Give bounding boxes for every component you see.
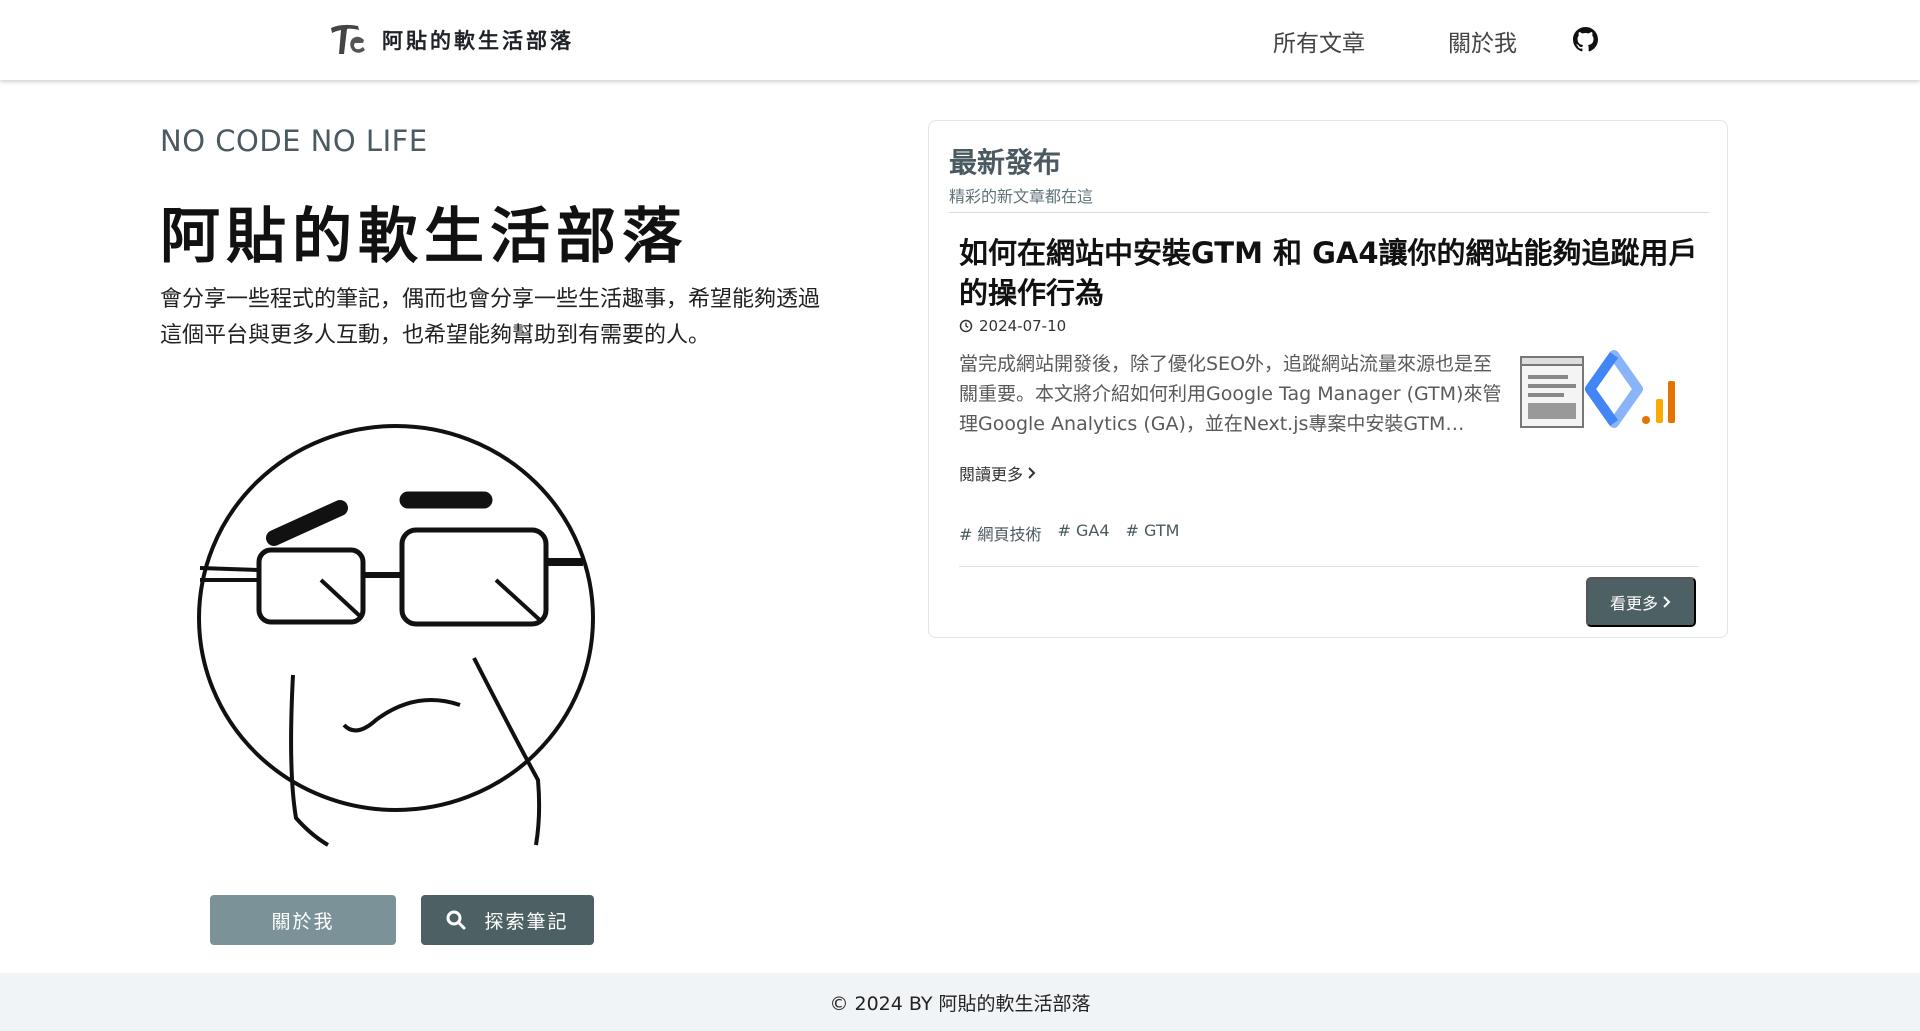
- post-thumbnail-gtm-ga4[interactable]: [1520, 349, 1700, 435]
- read-more-link[interactable]: 閱讀更多: [959, 461, 1037, 485]
- post-date-text: 2024-07-10: [979, 317, 1067, 335]
- brand-logo-icon: [331, 24, 365, 54]
- about-button-label: 關於我: [271, 910, 335, 933]
- divider: [949, 212, 1709, 213]
- post-title-link[interactable]: 如何在網站中安裝GTM 和 GA4讓你的網站能夠追蹤用戶的操作行為: [959, 233, 1699, 313]
- top-navbar: 阿貼的軟生活部落 所有文章 關於我: [0, 0, 1920, 80]
- divider: [959, 566, 1699, 567]
- about-button[interactable]: 關於我: [210, 895, 396, 945]
- see-more-button[interactable]: 看更多: [1586, 577, 1696, 627]
- hero-description: 會分享一些程式的筆記，偶而也會分享一些生活趣事，希望能夠透過這個平台與更多人互動…: [160, 287, 821, 348]
- clock-icon: [959, 319, 973, 333]
- search-icon: [446, 910, 466, 930]
- chevron-right-icon: [1028, 467, 1036, 479]
- explore-button-label: 探索筆記: [484, 910, 569, 933]
- read-more-label: 閱讀更多: [959, 465, 1024, 484]
- explore-notes-button[interactable]: 探索筆記: [421, 895, 594, 945]
- latest-subheading: 精彩的新文章都在這: [949, 187, 1094, 206]
- nav-about[interactable]: 關於我: [1448, 24, 1517, 58]
- latest-heading: 最新發布: [949, 146, 1062, 179]
- post-excerpt: 當完成網站開發後，除了優化SEO外，追蹤網站流量來源也是至關重要。本文將介紹如何…: [959, 353, 1502, 435]
- tag-link[interactable]: # 網頁技術: [959, 521, 1042, 545]
- brand-name: 阿貼的軟生活部落: [382, 29, 574, 53]
- chevron-right-icon: [1663, 596, 1671, 608]
- tag-link[interactable]: # GTM: [1126, 521, 1180, 545]
- post-tags: # 網頁技術 # GA4 # GTM: [959, 521, 1179, 545]
- github-icon[interactable]: [1573, 27, 1598, 52]
- hero-tagline: NO CODE NO LIFE: [160, 124, 428, 158]
- nav-all-posts[interactable]: 所有文章: [1273, 24, 1365, 58]
- tag-link[interactable]: # GA4: [1058, 521, 1110, 545]
- avatar-face-illustration: [197, 424, 595, 847]
- see-more-label: 看更多: [1609, 596, 1658, 613]
- latest-posts-card: 最新發布 精彩的新文章都在這 如何在網站中安裝GTM 和 GA4讓你的網站能夠追…: [928, 120, 1728, 638]
- hero-title: 阿貼的軟生活部落: [160, 202, 688, 272]
- brand-link[interactable]: 阿貼的軟生活部落: [328, 20, 574, 60]
- footer: © 2024 BY 阿貼的軟生活部落: [0, 973, 1920, 1031]
- post-date: 2024-07-10: [959, 317, 1066, 335]
- footer-copyright: © 2024 BY 阿貼的軟生活部落: [829, 992, 1091, 1015]
